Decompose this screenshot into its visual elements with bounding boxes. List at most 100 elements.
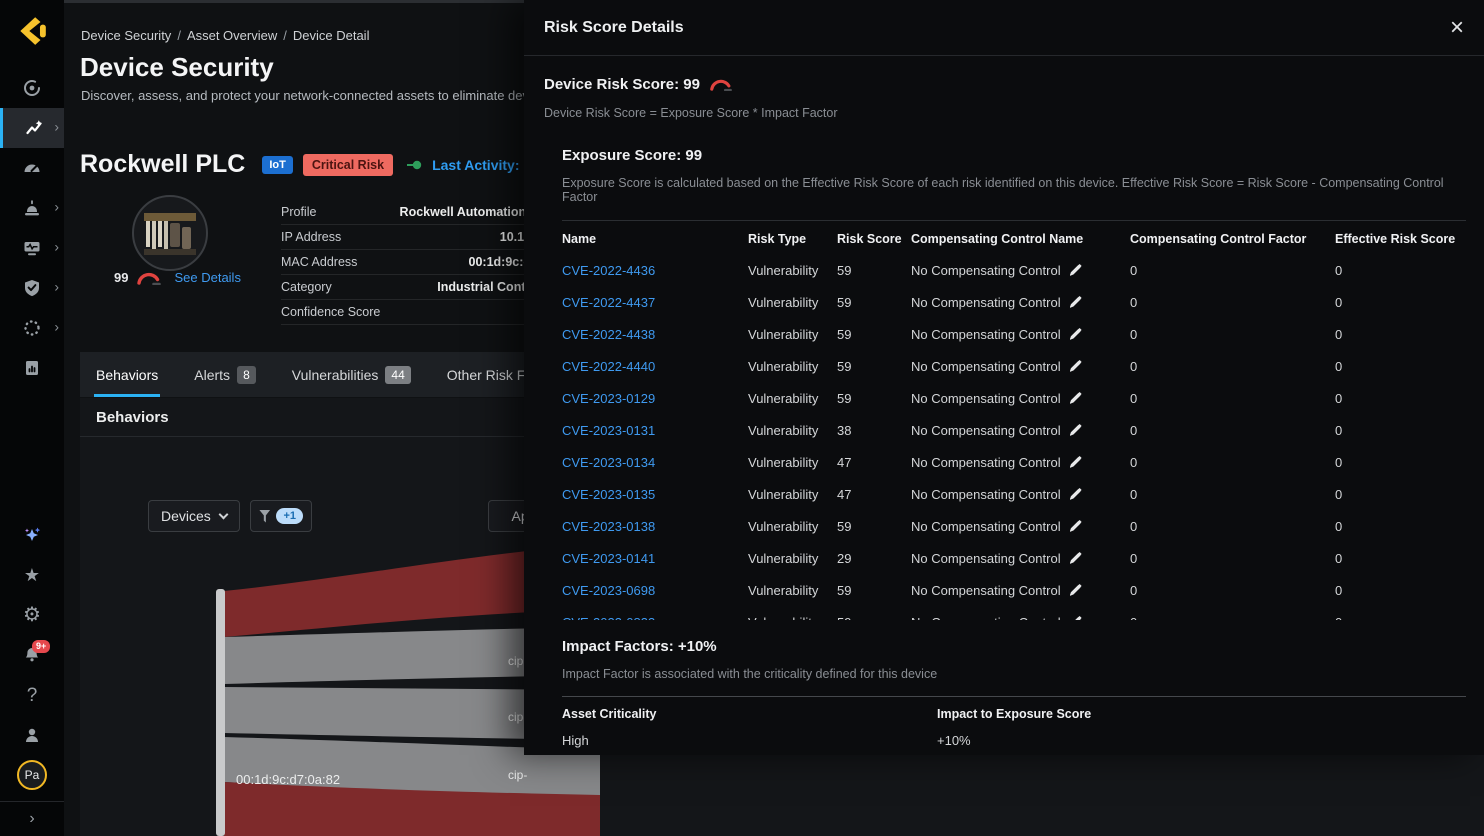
control-name: No Compensating Control [911,551,1061,566]
column-header: Name [562,232,748,246]
table-row: CVE-2023-0698 Vulnerability 59 No Compen… [562,574,1466,606]
effective-score-cell: 0 [1335,583,1466,598]
risk-type-cell: Vulnerability [748,327,837,342]
tab-behaviors[interactable]: Behaviors [96,352,158,397]
risk-score-cell: 29 [837,551,911,566]
risk-gauge-icon [136,271,162,285]
device-photo [132,195,208,271]
cve-link[interactable]: CVE-2022-4437 [562,295,748,310]
last-activity-link[interactable]: Last Activity: [432,157,519,173]
control-factor-cell: 0 [1130,327,1335,342]
sparkles-icon [22,525,42,545]
cve-link[interactable]: CVE-2023-0698 [562,583,748,598]
sidebar-item-compliance[interactable]: › [0,268,64,308]
devices-dropdown[interactable]: Devices [148,500,240,532]
breadcrumb-item[interactable]: Asset Overview [187,28,277,43]
see-details-link[interactable]: See Details [174,270,240,285]
sidebar-item-radar[interactable] [0,68,64,108]
cve-link[interactable]: CVE-2023-0134 [562,455,748,470]
sidebar-item-gauge[interactable] [0,148,64,188]
edit-icon[interactable] [1070,488,1082,500]
control-name: No Compensating Control [911,583,1061,598]
filter-icon [259,510,270,523]
compensating-control-cell: No Compensating Control [911,327,1130,342]
cve-link[interactable]: CVE-2023-0141 [562,551,748,566]
avatar: Pa [17,760,47,790]
cve-link[interactable]: CVE-2022-4436 [562,263,748,278]
edit-icon[interactable] [1070,424,1082,436]
effective-score-cell: 0 [1335,263,1466,278]
effective-score-cell: 0 [1335,327,1466,342]
sidebar-item-user[interactable] [0,715,64,755]
control-factor-cell: 0 [1130,487,1335,502]
sidebar-item-alerts[interactable]: › [0,188,64,228]
edit-icon[interactable] [1070,616,1082,620]
table-row: CVE-2022-4437 Vulnerability 59 No Compen… [562,286,1466,318]
sidebar-item-integrations[interactable]: › [0,308,64,348]
effective-score-cell: 0 [1335,551,1466,566]
filter-button[interactable]: +1 [250,500,312,532]
cve-link[interactable]: CVE-2022-4440 [562,359,748,374]
compensating-control-cell: No Compensating Control [911,615,1130,621]
exposure-table-body[interactable]: CVE-2022-4436 Vulnerability 59 No Compen… [562,254,1466,620]
sidebar-item-ai-assistant[interactable] [0,515,64,555]
control-name: No Compensating Control [911,615,1061,621]
edit-icon[interactable] [1070,456,1082,468]
exposure-table-header: Name Risk Type Risk Score Compensating C… [562,220,1466,254]
field-value: Industrial Contro [437,280,538,294]
edit-icon[interactable] [1070,296,1082,308]
sidebar-item-account[interactable]: Pa [0,755,64,795]
control-name: No Compensating Control [911,295,1061,310]
brand-logo-icon[interactable] [15,14,49,48]
edit-icon[interactable] [1070,328,1082,340]
cve-link[interactable]: CVE-2023-0138 [562,519,748,534]
compensating-control-cell: No Compensating Control [911,359,1130,374]
breadcrumb-item[interactable]: Device Security [81,28,171,43]
cve-link[interactable]: CVE-2023-0833 [562,615,748,621]
compensating-control-cell: No Compensating Control [911,423,1130,438]
risk-score-formula: Device Risk Score = Exposure Score * Imp… [544,106,1466,120]
edit-icon[interactable] [1070,552,1082,564]
field-row: MAC Address 00:1d:9c:d7 [281,250,538,275]
edit-icon[interactable] [1070,360,1082,372]
edit-icon[interactable] [1070,520,1082,532]
app-root: › › › › › [0,0,1484,836]
sidebar-expand-button[interactable]: › [0,802,64,836]
exposure-score-heading: Exposure Score: 99 [562,147,1466,164]
field-label: Category [281,280,332,294]
chevron-right-icon: › [54,279,59,295]
close-icon[interactable]: × [1450,16,1464,40]
monitor-pulse-icon [22,238,42,258]
impact-factors-section: Impact Factors: +10% Impact Factor is as… [562,638,1466,760]
cve-link[interactable]: CVE-2023-0131 [562,423,748,438]
sidebar-item-favorites[interactable]: ★ [0,555,64,595]
tab-alerts[interactable]: Alerts8 [194,352,255,397]
control-factor-cell: 0 [1130,519,1335,534]
cve-link[interactable]: CVE-2023-0129 [562,391,748,406]
control-name: No Compensating Control [911,423,1061,438]
sidebar-item-help[interactable]: ? [0,675,64,715]
sankey-node[interactable] [216,589,225,836]
sidebar-item-notifications[interactable]: 9+ [0,635,64,675]
effective-score-cell: 0 [1335,295,1466,310]
sidebar-item-reports[interactable] [0,348,64,388]
risk-type-cell: Vulnerability [748,583,837,598]
cve-link[interactable]: CVE-2022-4438 [562,327,748,342]
sidebar-item-settings[interactable]: ⚙ [0,595,64,635]
device-fields: Profile Rockwell Automation P IP Address… [281,200,538,325]
sidebar-item-monitoring[interactable]: › [0,228,64,268]
edit-icon[interactable] [1070,584,1082,596]
exposure-score-description: Exposure Score is calculated based on th… [562,176,1466,204]
help-icon: ? [27,686,38,705]
table-row: CVE-2023-0833 Vulnerability 59 No Compen… [562,606,1466,620]
risk-score-cell: 47 [837,455,911,470]
risk-score-cell: 59 [837,327,911,342]
sidebar-item-device-security[interactable]: › [0,108,64,148]
cve-link[interactable]: CVE-2023-0135 [562,487,748,502]
impact-factors-heading: Impact Factors: +10% [562,638,1466,655]
edit-icon[interactable] [1070,264,1082,276]
tab-vulnerabilities[interactable]: Vulnerabilities44 [292,352,411,397]
compensating-control-cell: No Compensating Control [911,487,1130,502]
edit-icon[interactable] [1070,392,1082,404]
shield-check-icon [22,278,42,298]
